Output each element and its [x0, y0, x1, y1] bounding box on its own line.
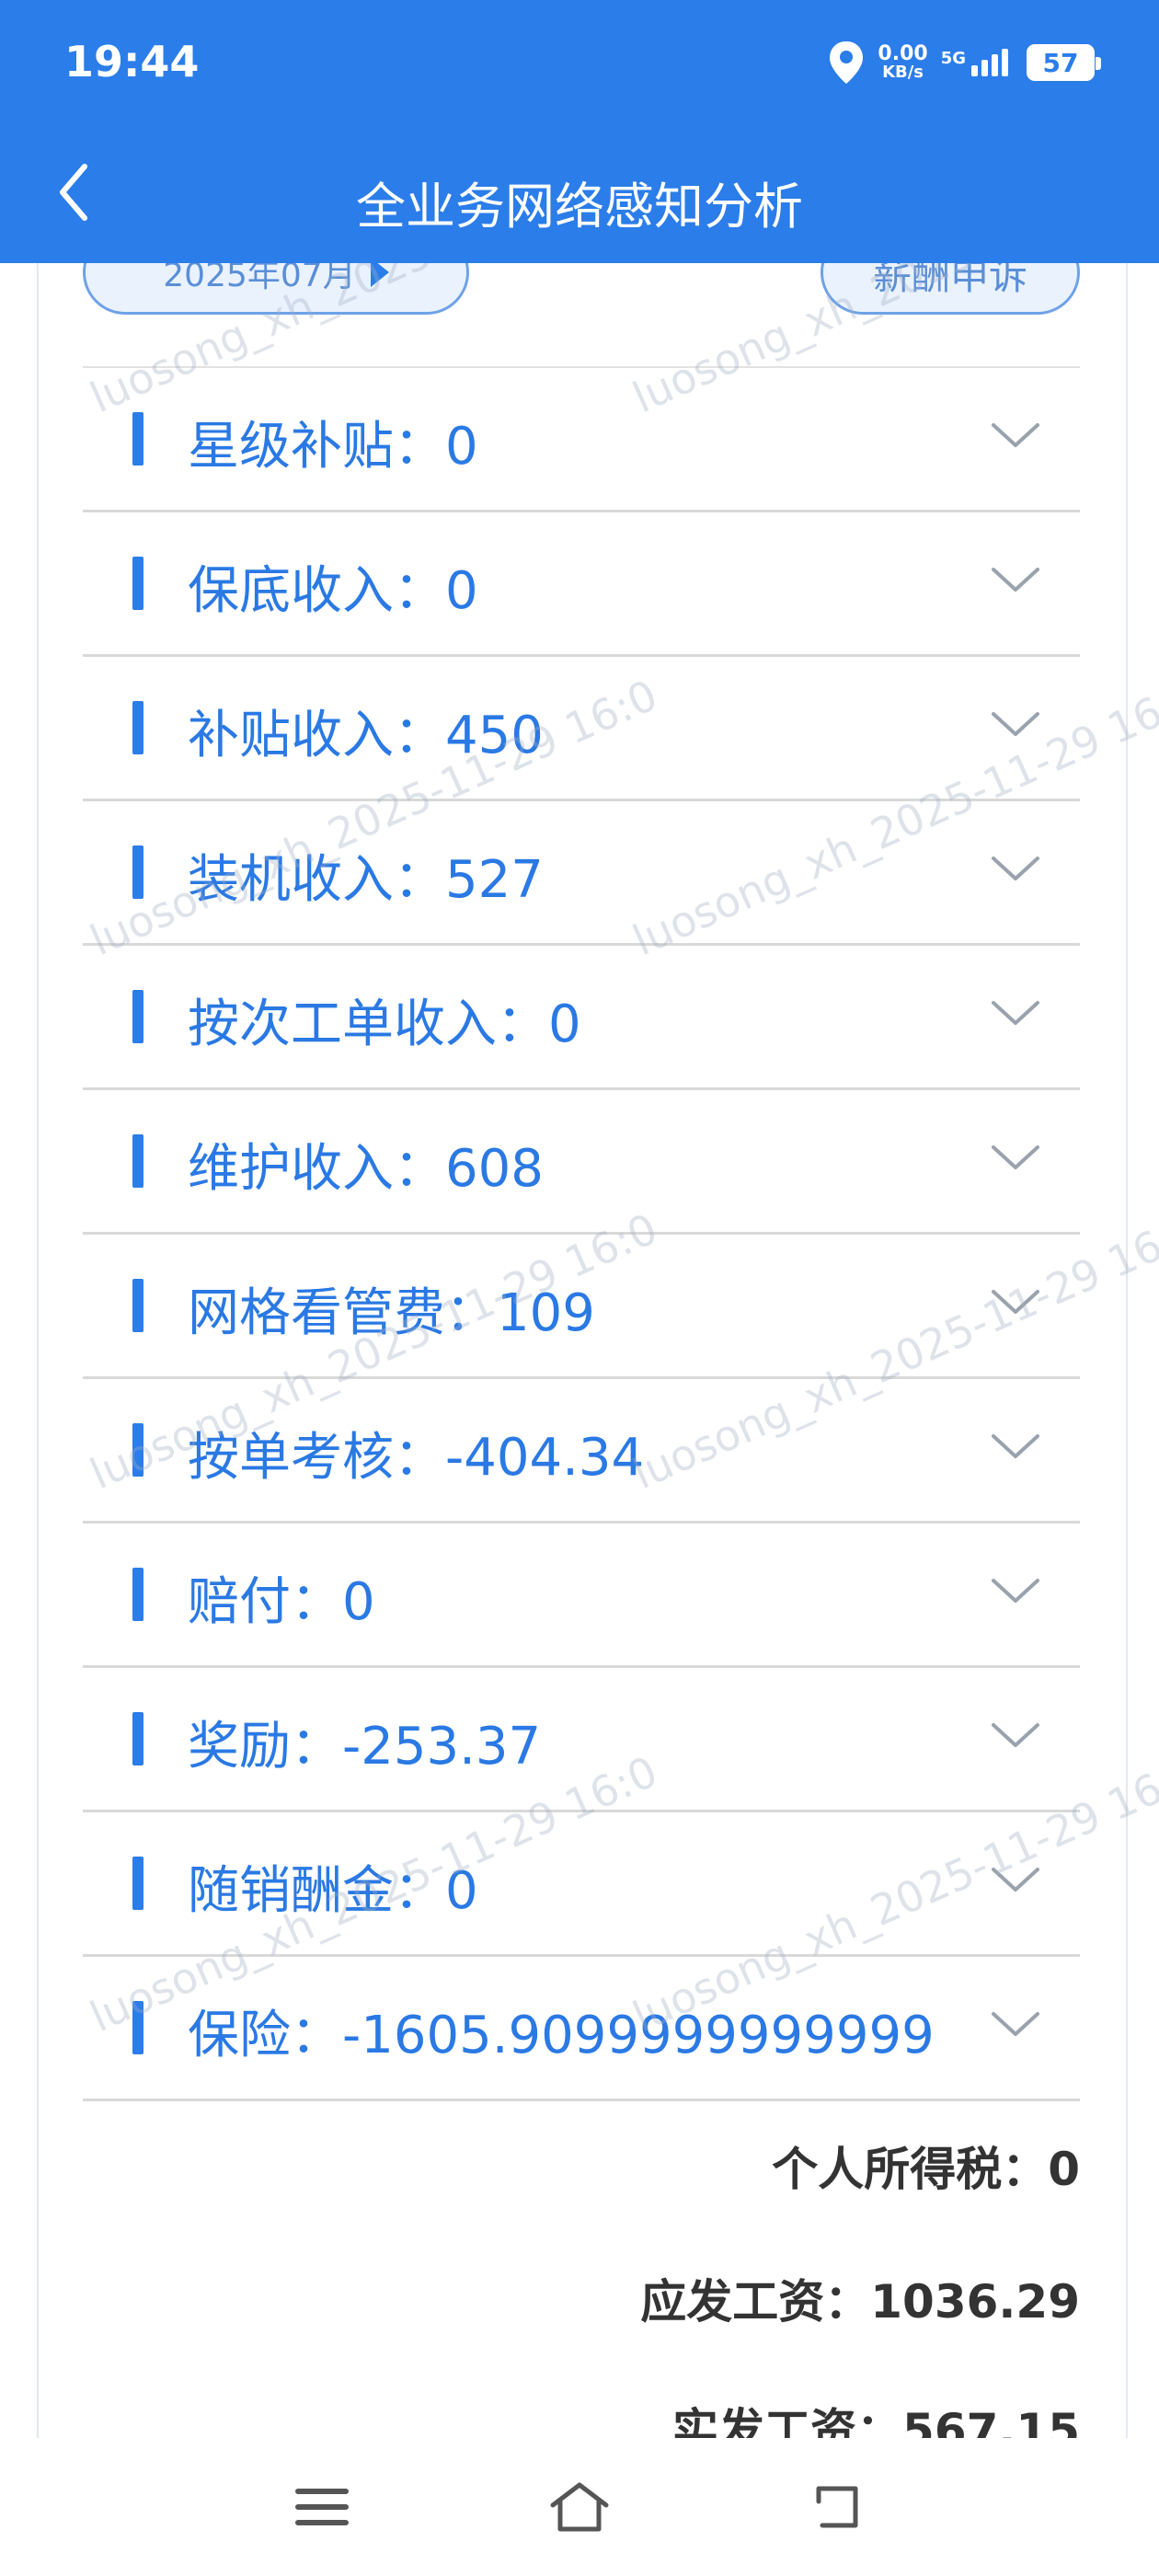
accent-bar: [132, 557, 143, 610]
item-label: 保险：-1605.9099999999999: [188, 2006, 935, 2065]
chevron-down-icon[interactable]: [988, 562, 1043, 599]
list-item[interactable]: 保险：-1605.9099999999999: [83, 1957, 1080, 2101]
item-label: 按单考核：-404.34: [188, 1428, 645, 1488]
network-type: 5G: [940, 49, 966, 68]
item-label: 赔付：0: [188, 1572, 375, 1632]
location-icon: [828, 40, 865, 86]
accent-bar: [132, 2001, 143, 2054]
accent-bar: [132, 1134, 143, 1188]
speed-value: 0.00: [878, 42, 928, 65]
chevron-down-icon[interactable]: [988, 1862, 1043, 1899]
item-label: 维护收入：608: [188, 1139, 544, 1199]
chevron-down-icon[interactable]: [988, 1573, 1043, 1610]
chevron-down-icon[interactable]: [988, 1284, 1043, 1321]
accent-bar: [132, 1423, 143, 1477]
network-speed: 0.00 KB/s: [878, 44, 927, 81]
list-item[interactable]: 赔付：0: [83, 1524, 1080, 1668]
chevron-down-icon[interactable]: [988, 1140, 1043, 1177]
accent-bar: [132, 1279, 143, 1332]
chevron-down-icon[interactable]: [988, 707, 1043, 743]
chevron-down-icon[interactable]: [988, 995, 1043, 1032]
gross-salary: 应发工资：1036.29: [640, 2275, 1080, 2329]
list-item[interactable]: 按单考核：-404.34: [83, 1379, 1080, 1524]
accent-bar: [132, 1568, 143, 1621]
accent-bar: [132, 990, 143, 1043]
list-item[interactable]: 装机收入：527: [83, 801, 1080, 946]
nav-bar: 全业务网络感知分析: [0, 138, 1159, 248]
app-screen: 19:44 0.00 KB/s 5G 57 全业务网络感知分析 2025年07月…: [0, 0, 1159, 2576]
list-item[interactable]: 奖励：-253.37: [83, 1668, 1080, 1812]
chevron-down-icon[interactable]: [988, 2007, 1043, 2043]
list-item[interactable]: 按次工单收入：0: [83, 946, 1080, 1090]
chevron-down-icon[interactable]: [988, 418, 1043, 454]
accent-bar: [132, 1857, 143, 1910]
menu-icon: [295, 2489, 349, 2525]
battery-level: 57: [1042, 47, 1079, 78]
accent-bar: [132, 845, 143, 899]
item-label: 装机收入：527: [188, 850, 544, 910]
item-label: 补贴收入：450: [188, 706, 544, 765]
item-label: 奖励：-253.37: [188, 1717, 542, 1777]
home-icon: [550, 2482, 609, 2532]
list-item[interactable]: 随销酬金：0: [83, 1812, 1080, 1957]
menu-button[interactable]: [285, 2475, 359, 2539]
list-item[interactable]: 维护收入：608: [83, 1090, 1080, 1235]
item-label: 保底收入：0: [188, 561, 478, 621]
status-icons: 0.00 KB/s 5G 57: [828, 37, 1101, 88]
list-item[interactable]: 网格看管费：109: [83, 1235, 1080, 1379]
accent-bar: [132, 1712, 143, 1765]
app-header: 19:44 0.00 KB/s 5G 57 全业务网络感知分析: [0, 0, 1159, 263]
chevron-down-icon[interactable]: [988, 851, 1043, 888]
accent-bar: [132, 412, 143, 466]
home-button[interactable]: [543, 2475, 616, 2539]
speed-unit: KB/s: [882, 63, 924, 82]
back-arrow-icon: [816, 2486, 858, 2528]
return-button[interactable]: [800, 2475, 874, 2539]
chevron-down-icon[interactable]: [988, 1429, 1043, 1466]
item-label: 按次工单收入：0: [188, 995, 581, 1054]
system-nav-bar: [0, 2438, 1159, 2576]
list-item[interactable]: 保底收入：0: [83, 512, 1080, 657]
accent-bar: [132, 701, 143, 754]
chevron-down-icon[interactable]: [988, 1718, 1043, 1754]
signal-icon: 5G: [941, 49, 1008, 76]
item-label: 随销酬金：0: [188, 1861, 478, 1921]
status-time: 19:44: [64, 37, 200, 86]
battery-icon: 57: [1027, 44, 1101, 81]
item-label: 星级补贴：0: [188, 417, 478, 477]
page-title: 全业务网络感知分析: [356, 178, 803, 236]
personal-tax: 个人所得税：0: [772, 2143, 1080, 2196]
list-item[interactable]: 星级补贴：0: [83, 368, 1080, 512]
status-bar: 19:44 0.00 KB/s 5G 57: [0, 0, 1159, 129]
income-list: 星级补贴：0 保底收入：0 补贴收入：450 装机收入：527 按次工单收入：0…: [83, 368, 1080, 2101]
item-label: 网格看管费：109: [188, 1283, 595, 1343]
list-item[interactable]: 补贴收入：450: [83, 657, 1080, 801]
